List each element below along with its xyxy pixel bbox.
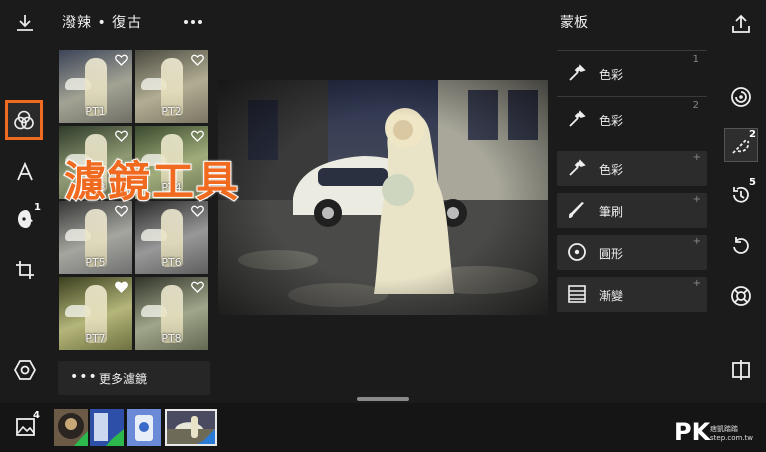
watermark-pk: PK [674, 418, 711, 446]
mask-label: 色彩 [599, 114, 624, 128]
heart-icon[interactable] [115, 54, 128, 66]
filter-thumb-pt1[interactable]: PT1 [59, 50, 132, 123]
filmstrip-item[interactable] [54, 409, 88, 446]
watermark-line1: 痞凱踏踏 [710, 425, 738, 433]
compare-icon [732, 360, 750, 380]
gradient-icon [568, 285, 586, 303]
add-option-label: 筆刷 [599, 205, 624, 219]
mask-panel-title: 蒙板 [560, 15, 588, 31]
mask-label: 色彩 [599, 68, 624, 82]
letter-a-icon [17, 162, 33, 181]
face-icon [18, 210, 33, 228]
add-option-label: 圓形 [599, 247, 624, 261]
eyedropper-icon [569, 159, 586, 176]
heart-icon[interactable] [191, 130, 204, 142]
filter-label: PT6 [161, 256, 182, 269]
brush-icon [569, 202, 584, 218]
filter-thumb-pt6[interactable]: PT6 [135, 201, 208, 274]
gallery-button[interactable]: 4 [13, 410, 40, 440]
mask-item[interactable]: 色彩 1 [557, 50, 707, 95]
filter-thumb-pt8[interactable]: PT8 [135, 277, 208, 350]
mask-badge: 2 [749, 129, 756, 140]
download-icon[interactable] [14, 12, 36, 34]
share-icon [732, 14, 750, 33]
undo-button[interactable] [729, 234, 753, 258]
add-gradient-mask-button[interactable]: 漸變 + [557, 277, 707, 312]
add-radial-mask-button[interactable]: 圓形 + [557, 235, 707, 270]
text-tool-button[interactable] [13, 160, 37, 184]
filmstrip-item-selected[interactable] [165, 409, 217, 446]
crop-icon [16, 261, 34, 279]
filmstrip-item[interactable] [127, 409, 161, 446]
plus-icon: + [692, 194, 701, 205]
circle-target-icon [568, 243, 586, 261]
mask-number: 1 [692, 54, 699, 65]
watermark-logo: PK 痞凱踏踏 step.com.tw [674, 418, 753, 446]
filter-label: PT1 [85, 105, 106, 118]
filter-label: PT7 [85, 332, 106, 345]
filter-thumb-pt5[interactable]: PT5 [59, 201, 132, 274]
overlapping-circles-icon [14, 110, 34, 130]
more-filters-button[interactable]: ••• 更多濾鏡 [58, 361, 210, 395]
gallery-badge: 4 [33, 410, 40, 421]
more-filters-label: 更多濾鏡 [99, 372, 148, 386]
retouch-badge: 1 [34, 202, 41, 213]
mask-number: 2 [692, 100, 699, 111]
compare-button[interactable] [729, 358, 753, 382]
heart-icon[interactable] [191, 54, 204, 66]
more-options-button[interactable] [182, 12, 204, 32]
more-filters-dots: ••• [70, 369, 98, 385]
filter-label: PT5 [85, 256, 106, 269]
plus-icon: + [692, 236, 701, 247]
photo-canvas[interactable] [218, 80, 548, 315]
plus-icon: + [692, 152, 701, 163]
filmstrip-item[interactable] [90, 409, 124, 446]
overlay-caption: 濾鏡工具 [63, 156, 241, 207]
panel-drag-handle[interactable] [357, 397, 409, 401]
photo-image [218, 80, 548, 315]
heart-icon[interactable] [191, 281, 204, 293]
filter-category-title[interactable]: 潑辣 • 復古 [62, 12, 142, 32]
add-brush-mask-button[interactable]: 筆刷 + [557, 193, 707, 228]
filter-thumb-pt7[interactable]: PT7 [59, 277, 132, 350]
heart-icon[interactable] [115, 130, 128, 142]
history-badge: 5 [749, 177, 756, 188]
mask-tool-button[interactable]: 2 [724, 128, 758, 162]
filter-label: PT8 [161, 332, 182, 345]
filter-thumb-pt2[interactable]: PT2 [135, 50, 208, 123]
add-option-label: 色彩 [599, 163, 624, 177]
filter-tool-button[interactable] [5, 100, 43, 140]
adjust-button[interactable] [729, 85, 753, 109]
settings-tool-button[interactable] [13, 358, 37, 382]
heart-icon[interactable] [115, 281, 128, 293]
filter-label: PT2 [161, 105, 182, 118]
plus-icon: + [692, 278, 701, 289]
spiral-icon [731, 87, 751, 107]
eyedropper-icon [569, 64, 586, 81]
mask-item[interactable]: 色彩 2 [557, 96, 707, 141]
history-button[interactable]: 5 [729, 177, 756, 207]
hexagon-icon [14, 360, 36, 380]
eyedropper-icon [569, 110, 586, 127]
crop-tool-button[interactable] [13, 258, 37, 282]
watermark-line2: step.com.tw [710, 434, 754, 442]
add-option-label: 漸變 [599, 289, 624, 303]
ellipsis-icon [184, 20, 202, 24]
lifebuoy-icon [731, 286, 751, 306]
add-color-mask-button[interactable]: 色彩 + [557, 151, 707, 186]
help-button[interactable] [729, 284, 753, 308]
undo-icon [733, 237, 749, 254]
retouch-tool-button[interactable]: 1 [13, 202, 41, 232]
share-button[interactable] [729, 12, 753, 36]
